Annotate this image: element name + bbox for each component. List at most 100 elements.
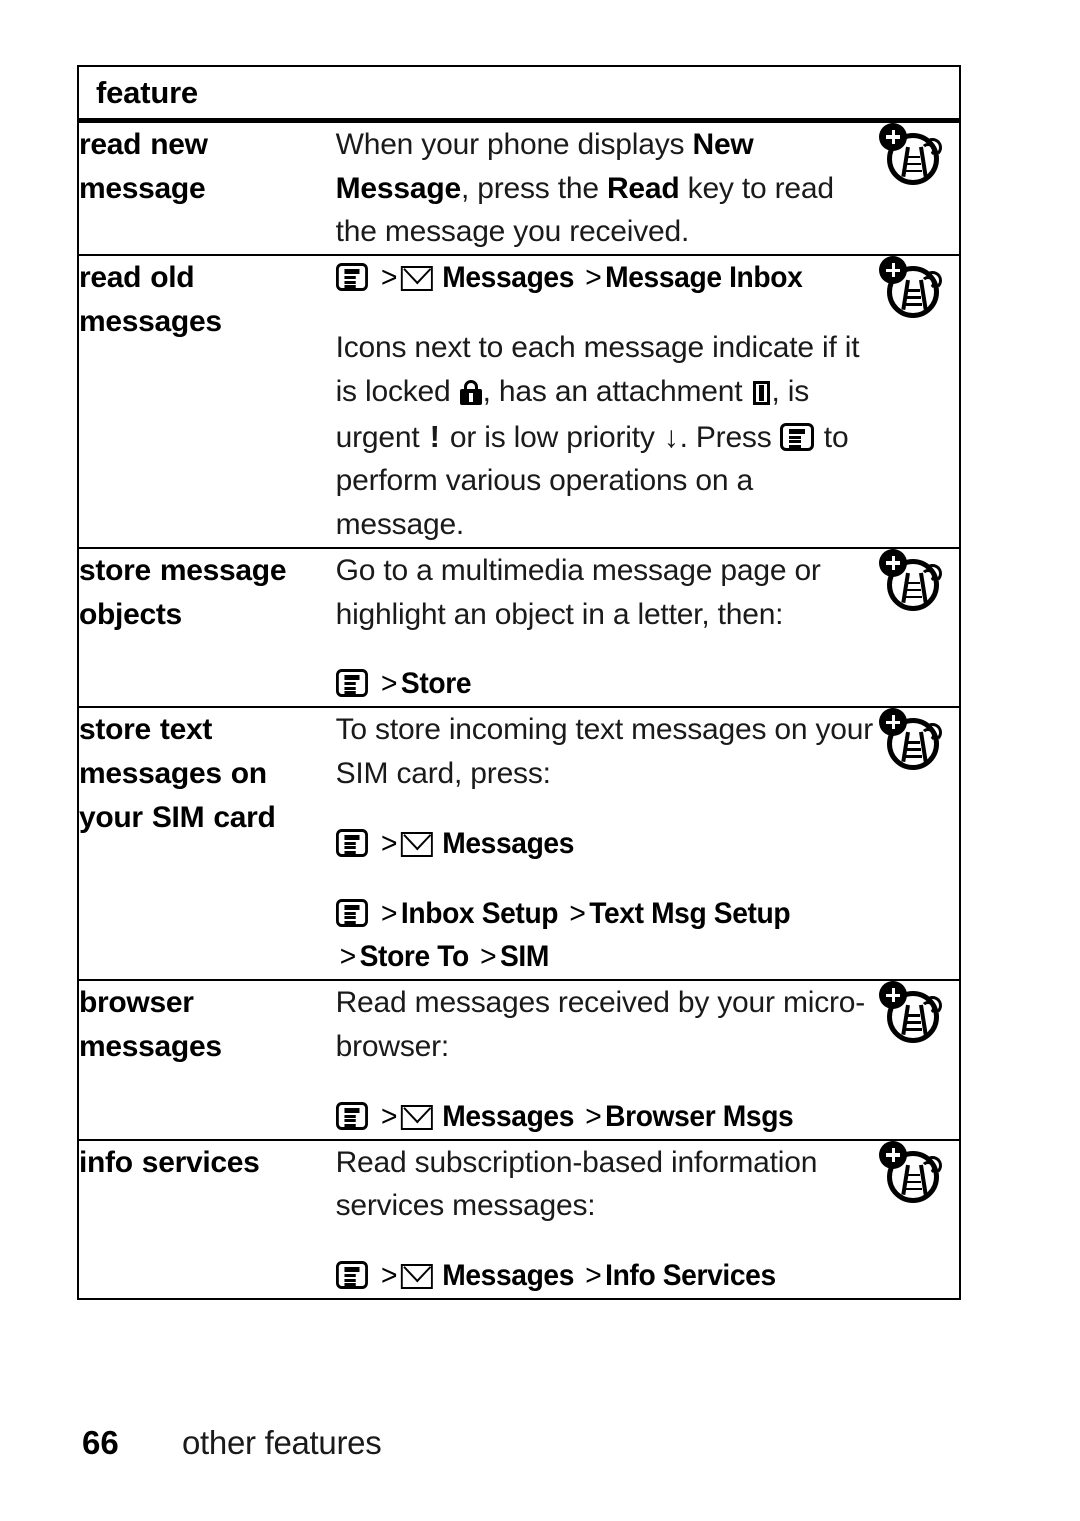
feature-icon-cell <box>879 119 960 256</box>
feature-name-line: messages <box>79 304 222 338</box>
feature-description-cell: To store incoming text messages on your … <box>335 706 880 981</box>
page-section-title: other features <box>182 1424 382 1461</box>
body-text: To store incoming text messages on your … <box>335 713 874 791</box>
feature-description-cell: Read subscription-based information serv… <box>335 1138 880 1300</box>
header-cell-feature: feature <box>78 66 960 123</box>
feature-description-cell: Go to a multimedia message page or highl… <box>335 546 880 708</box>
feature-description-cell: > Messages > Message Inbox Icons next to … <box>335 254 880 548</box>
table-row: read old messages > Messages > Message Inb… <box>78 254 960 548</box>
table-row: store message objects Go to a multimedia m… <box>78 546 960 708</box>
menu-path: > Store <box>335 662 847 706</box>
feature-name-line: message <box>79 171 206 205</box>
description-text: Icons next to each message indicate if i… <box>336 326 880 547</box>
envelope-icon <box>400 266 433 292</box>
menu-item-label: Messages <box>441 826 574 860</box>
feature-description-cell: When your phone displays New Message, pr… <box>335 119 880 256</box>
description-text: Read messages received by your micro-bro… <box>336 981 880 1069</box>
menu-item-label: Text Msg Setup <box>588 896 790 930</box>
body-text: Read subscription-based information serv… <box>335 1145 818 1223</box>
emphasis-text: Read <box>606 171 680 205</box>
path-separator-arrow: > <box>380 261 397 295</box>
feature-icon-cell <box>879 979 960 1140</box>
description-text: Go to a multimedia message page or highl… <box>336 549 880 637</box>
feature-name-line: read new <box>79 127 208 161</box>
body-text: , has an attachment <box>482 374 751 408</box>
feature-description-cell: Read messages received by your micro-bro… <box>335 979 880 1140</box>
feature-icon-cell <box>879 546 960 708</box>
feature-name-cell: read new message <box>78 119 336 256</box>
menu-item-label: SIM <box>499 940 549 974</box>
feature-table: feature read new message When your phone di… <box>77 65 961 1301</box>
menu-item-label: Browser Msgs <box>604 1099 794 1133</box>
feature-name-line: messages <box>79 1030 222 1064</box>
menu-item-label: Info Services <box>604 1259 776 1293</box>
menu-key-icon <box>335 1101 368 1130</box>
description-body: Go to a multimedia message page or highl… <box>335 549 880 706</box>
menu-key-icon <box>335 263 368 292</box>
page-footer: 66 other features <box>82 1424 382 1462</box>
feature-name-line: read old <box>79 261 195 295</box>
menu-item-label: Inbox Setup <box>400 896 559 930</box>
body-text: . Press <box>679 420 780 454</box>
table-header-row: feature <box>78 66 960 123</box>
menu-item-label: Store To <box>359 940 469 974</box>
path-separator-arrow: > <box>584 261 601 295</box>
menu-key-icon <box>779 422 814 451</box>
column-header-feature: feature <box>96 75 198 110</box>
feature-name-line: browser <box>79 986 194 1020</box>
table-row: store text messages on your SIM card To sto… <box>78 706 960 981</box>
menu-item-label: Messages <box>441 261 574 295</box>
page-number: 66 <box>82 1424 119 1461</box>
menu-key-icon <box>335 828 368 857</box>
menu-item-label: Store <box>400 667 472 701</box>
envelope-icon <box>400 1104 433 1130</box>
attachment-icon <box>752 380 770 405</box>
feature-name-cell: browser messages <box>78 979 336 1140</box>
table-row: browser messages Read messages received by… <box>78 979 960 1140</box>
menu-path: > Inbox Setup > Text Msg Setup > Store To >… <box>335 892 847 980</box>
feature-name-cell: read old messages <box>78 254 336 548</box>
table-row: info services Read subscription-based inf… <box>78 1138 960 1300</box>
description-text: When your phone displays New Message, pr… <box>336 123 880 254</box>
padlock-icon <box>459 379 482 405</box>
feature-name-line: store text <box>79 713 213 747</box>
path-separator-arrow: > <box>339 940 356 974</box>
path-separator-arrow: > <box>568 896 586 930</box>
path-separator-arrow: > <box>380 896 397 930</box>
feature-name-cell: store text messages on your SIM card <box>78 706 336 981</box>
menu-path: > Messages > Message Inbox <box>335 256 847 300</box>
feature-name-line: objects <box>79 597 182 631</box>
feature-name-line: your SIM card <box>79 800 276 834</box>
menu-key-icon <box>335 1261 368 1290</box>
menu-key-icon <box>335 898 368 927</box>
body-text: or is low priority <box>441 420 663 454</box>
menu-item-label: Messages <box>441 1259 574 1293</box>
menu-item-label: Messages <box>441 1099 574 1133</box>
description-body: Read messages received by your micro-bro… <box>335 981 880 1139</box>
feature-name-line: messages on <box>79 757 267 791</box>
description-body: > Messages > Message Inbox Icons next to … <box>335 256 880 547</box>
path-separator-arrow: > <box>380 1099 397 1133</box>
body-text: Go to a multimedia message page or highl… <box>335 553 821 631</box>
feature-icon-cell <box>879 706 960 981</box>
menu-path: > Messages > Info Services <box>335 1254 847 1298</box>
path-separator-arrow: > <box>380 826 397 860</box>
feature-name-cell: info services <box>78 1138 336 1300</box>
feature-name-cell: store message objects <box>78 546 336 708</box>
feature-table-body: feature read new message When your phone di… <box>78 66 960 1300</box>
path-separator-arrow: > <box>479 940 496 974</box>
envelope-icon <box>400 1264 433 1290</box>
description-text: Read subscription-based information serv… <box>336 1141 880 1229</box>
menu-item-label: Message Inbox <box>604 261 803 295</box>
feature-icon-cell <box>879 254 960 548</box>
feature-icon-cell <box>879 1138 960 1300</box>
path-separator-arrow: > <box>380 667 397 701</box>
manual-page: feature read new message When your phone di… <box>0 0 1080 1521</box>
body-text: When your phone displays <box>335 127 693 161</box>
menu-path: > Messages > Browser Msgs <box>335 1095 847 1139</box>
description-body: To store incoming text messages on your … <box>335 708 880 980</box>
path-separator-arrow: > <box>380 1259 397 1293</box>
description-body: When your phone displays New Message, pr… <box>336 123 880 254</box>
feature-name-line: info services <box>79 1145 260 1179</box>
low-priority-glyph: ↓ <box>663 420 679 454</box>
